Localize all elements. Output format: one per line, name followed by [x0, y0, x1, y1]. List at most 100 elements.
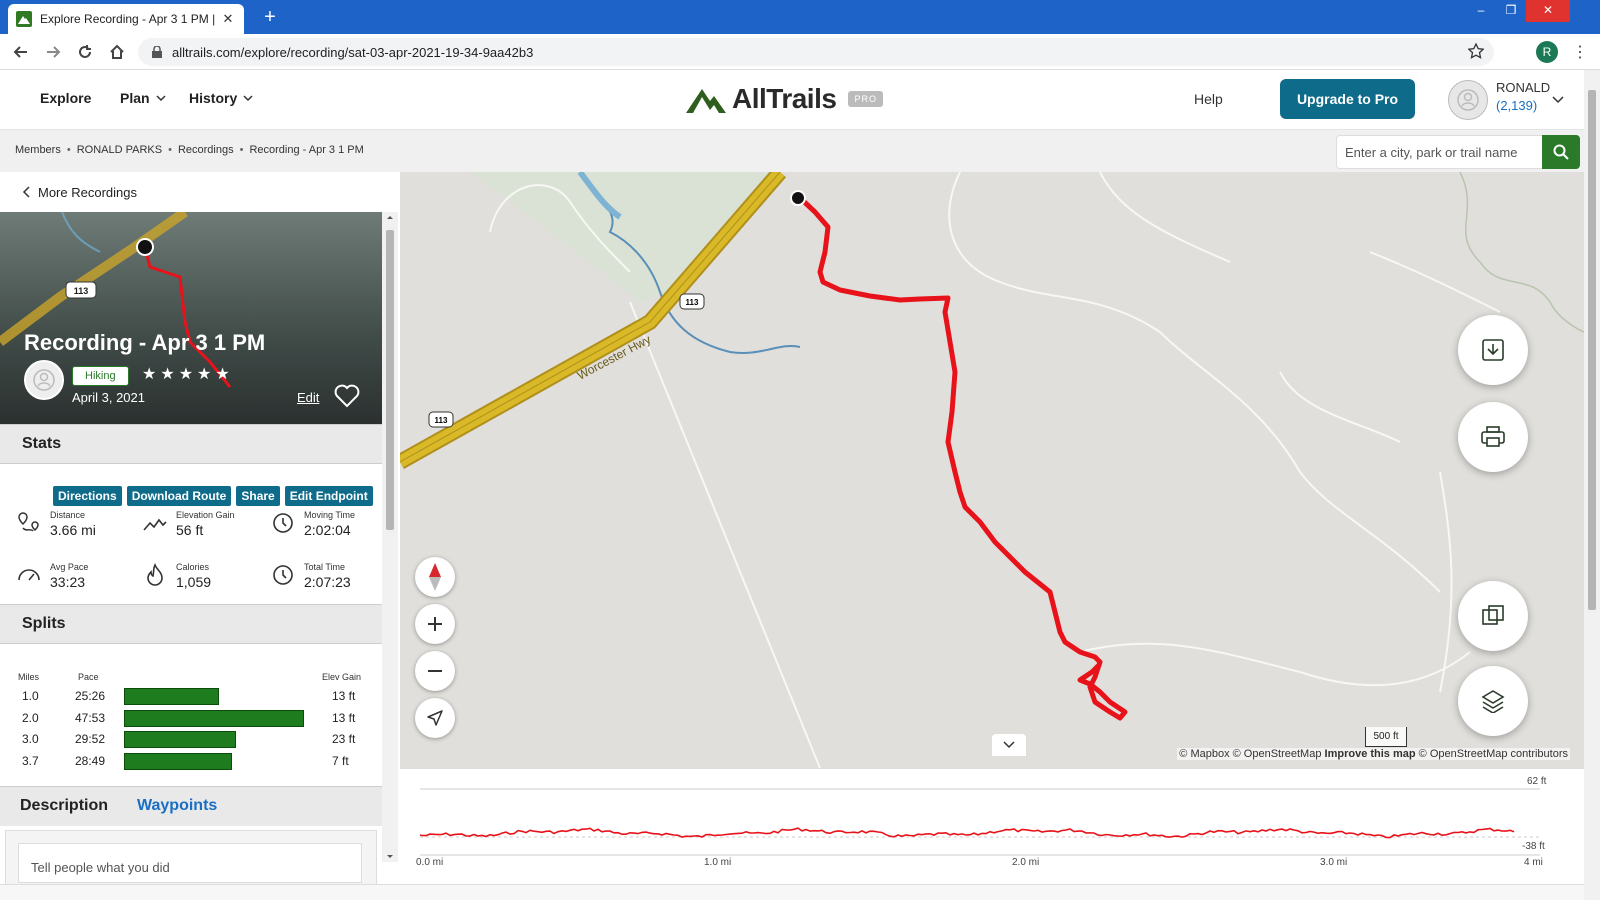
edit-link[interactable]: Edit: [297, 390, 319, 405]
elevation-icon: [143, 518, 167, 531]
recorder-avatar[interactable]: [24, 360, 64, 400]
browser-tab[interactable]: Explore Recording - Apr 3 1 PM | ✕: [8, 4, 244, 34]
map-layers-button[interactable]: [1458, 666, 1528, 736]
alltrails-logo[interactable]: AllTrails PRO: [686, 83, 883, 115]
description-field[interactable]: Tell people what you did: [18, 843, 362, 883]
window-close-button[interactable]: ✕: [1526, 0, 1570, 22]
more-recordings-link[interactable]: More Recordings: [0, 172, 400, 212]
url-field[interactable]: alltrails.com/explore/recording/sat-03-a…: [138, 38, 1494, 66]
splits-heading: Splits: [0, 604, 382, 644]
breadcrumb-user[interactable]: RONALD PARKS: [77, 144, 162, 156]
minimize-button[interactable]: –: [1466, 0, 1496, 22]
address-bar: alltrails.com/explore/recording/sat-03-a…: [0, 34, 1600, 70]
heart-icon[interactable]: [334, 384, 360, 408]
browser-profile-avatar[interactable]: R: [1536, 41, 1558, 63]
page-scroll-thumb[interactable]: [1588, 90, 1596, 610]
download-map-button[interactable]: [1458, 315, 1528, 385]
rating-stars[interactable]: ★★★★★: [142, 364, 234, 384]
elevation-chart[interactable]: [400, 769, 1584, 885]
scroll-up-icon[interactable]: [382, 212, 398, 222]
recording-date: April 3, 2021: [72, 390, 145, 405]
tab-waypoints[interactable]: Waypoints: [137, 797, 217, 815]
map-canvas[interactable]: Worcester Hwy 113 113: [400, 172, 1584, 768]
search-button[interactable]: [1542, 135, 1580, 169]
route-shield-icon: 113: [679, 293, 705, 310]
track-start-marker[interactable]: [790, 190, 806, 206]
elevation-profile[interactable]: 62 ft -38 ft 0.0 mi 1.0 mi 2.0 mi 3.0 mi…: [400, 768, 1584, 884]
search-input[interactable]: Enter a city, park or trail name: [1336, 135, 1546, 169]
zoom-in-button[interactable]: [415, 604, 455, 644]
tab-description[interactable]: Description: [20, 797, 108, 815]
recording-hero: 113 Recording - Apr 3 1 PM Hiking ★★★★★ …: [0, 212, 382, 428]
scroll-down-icon[interactable]: [382, 852, 398, 862]
forward-icon[interactable]: [42, 41, 64, 63]
directions-button[interactable]: Directions: [53, 486, 122, 506]
flame-icon: [147, 563, 163, 586]
chevron-left-icon: [22, 186, 30, 198]
upgrade-to-pro-button[interactable]: Upgrade to Pro: [1280, 79, 1415, 119]
attribution-mapbox[interactable]: © Mapbox © OpenStreetMap: [1179, 748, 1321, 760]
split-pace: 47:53: [75, 710, 106, 725]
new-tab-button[interactable]: +: [258, 6, 282, 28]
user-points[interactable]: (2,139): [1496, 98, 1537, 113]
download-icon: [1482, 339, 1504, 361]
elevation-min-label: -38 ft: [1522, 841, 1545, 852]
page-scrollbar[interactable]: [1584, 70, 1600, 900]
breadcrumb-bar: Members • RONALD PARKS • Recordings • Re…: [0, 130, 1584, 172]
collapse-elevation-button[interactable]: [992, 734, 1026, 756]
plus-icon: [428, 617, 442, 631]
stat-value: 1,059: [176, 574, 212, 590]
improve-map-link[interactable]: Improve this map: [1325, 748, 1416, 760]
breadcrumb-recordings[interactable]: Recordings: [178, 144, 234, 156]
print-map-button[interactable]: [1458, 402, 1528, 472]
elevation-max-label: 62 ft: [1527, 776, 1547, 787]
stat-label: Moving Time: [304, 510, 356, 520]
elevation-x-label: 3.0 mi: [1320, 857, 1348, 868]
chevron-down-icon[interactable]: [1552, 96, 1564, 104]
split-mile: 3.7: [22, 753, 39, 768]
route-shield-label: 113: [686, 298, 699, 307]
stat-label: Calories: [176, 562, 210, 572]
tab-close-icon[interactable]: ✕: [220, 11, 236, 27]
elevation-x-label: 0.0 mi: [416, 857, 444, 868]
panel-scrollbar[interactable]: [382, 212, 398, 862]
breadcrumb-separator: •: [239, 144, 244, 156]
stats-heading: Stats: [0, 424, 382, 464]
map-view[interactable]: Worcester Hwy 113 113 500 ft © Mapbox © …: [400, 172, 1584, 768]
hero-map-thumbnail: 113: [0, 212, 232, 388]
back-icon[interactable]: [10, 41, 32, 63]
pro-tag: PRO: [848, 91, 883, 107]
nav-explore[interactable]: Explore: [40, 90, 91, 106]
nav-history-label: History: [189, 90, 238, 106]
user-name[interactable]: RONALD: [1496, 80, 1550, 95]
help-link[interactable]: Help: [1194, 91, 1223, 107]
attribution-osm[interactable]: © OpenStreetMap contributors: [1419, 748, 1568, 760]
stat-value: 33:23: [50, 574, 86, 590]
edit-endpoint-button[interactable]: Edit Endpoint: [284, 486, 373, 506]
panel-scroll-thumb[interactable]: [386, 230, 394, 530]
bookmark-star-icon[interactable]: [1468, 43, 1484, 59]
browser-menu-icon[interactable]: ⋮: [1572, 42, 1588, 62]
split-elev-gain: 13 ft: [332, 710, 356, 725]
nav-history[interactable]: History: [189, 90, 253, 106]
compass-button[interactable]: [415, 557, 455, 597]
map-overlay-button[interactable]: [1458, 581, 1528, 651]
breadcrumb-members[interactable]: Members: [15, 144, 61, 156]
recorded-track[interactable]: [796, 194, 1128, 721]
stat-value: 2:07:23: [304, 574, 351, 590]
zoom-out-button[interactable]: [415, 651, 455, 691]
download-route-button[interactable]: Download Route: [126, 486, 232, 506]
more-recordings-label: More Recordings: [38, 184, 137, 200]
reload-icon[interactable]: [74, 41, 96, 63]
home-icon[interactable]: [106, 41, 128, 63]
lock-icon: [152, 46, 162, 58]
split-row: 3.7 28:49 7 ft: [0, 750, 382, 772]
stat-distance: Distance 3.66 mi: [16, 510, 96, 538]
route-shield-label: 113: [435, 416, 448, 425]
stat-moving-time: Moving Time 2:02:04: [270, 510, 355, 538]
restore-button[interactable]: ❐: [1496, 0, 1526, 22]
share-button[interactable]: Share: [236, 486, 280, 506]
locate-me-button[interactable]: [415, 698, 455, 738]
user-avatar[interactable]: [1448, 80, 1488, 120]
nav-plan[interactable]: Plan: [120, 90, 166, 106]
